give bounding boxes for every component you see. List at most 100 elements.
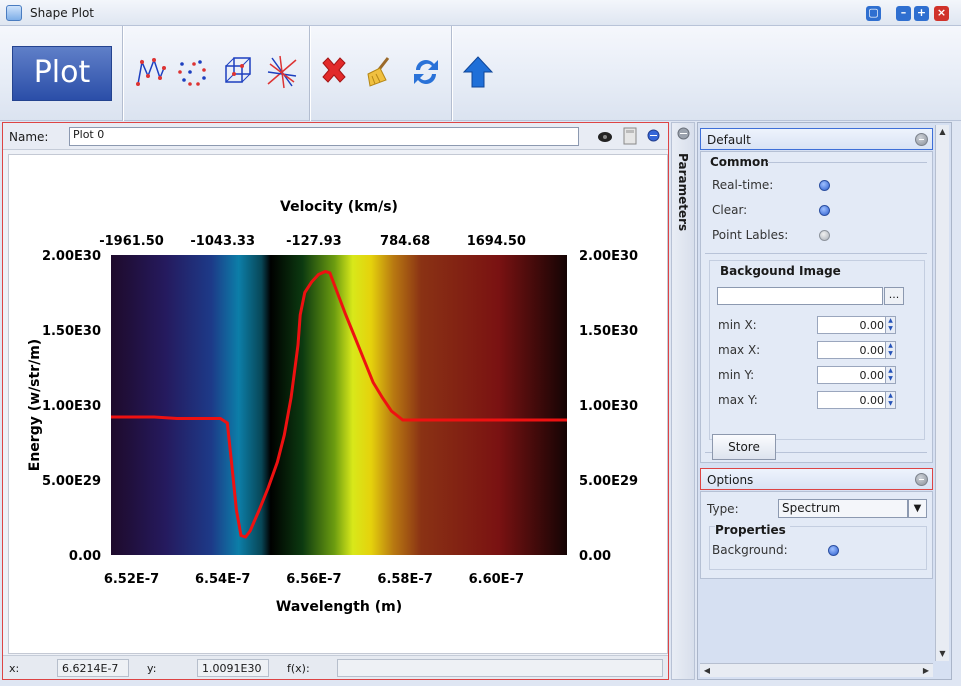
x-tick-label: 6.56E-7	[286, 572, 341, 587]
app-icon	[6, 5, 22, 21]
group-divider	[767, 162, 927, 163]
x-coord-value: 6.6214E-7	[57, 659, 129, 677]
scroll-up-icon[interactable]: ▲	[936, 125, 949, 139]
title-bar: Shape Plot ▢ – + ×	[0, 0, 961, 26]
background-toggle[interactable]	[828, 545, 839, 556]
min-y-input[interactable]: 0.00	[817, 366, 889, 384]
chevron-down-icon[interactable]: ▼	[908, 499, 927, 518]
window-title: Shape Plot	[30, 6, 95, 20]
y-right-tick-label: 0.00	[579, 549, 611, 564]
min-x-label: min X:	[718, 318, 757, 332]
plot-button[interactable]: Plot	[12, 46, 112, 101]
cube-plot-icon[interactable]	[222, 54, 254, 90]
clear-label: Clear:	[712, 203, 748, 217]
scatter-plot-icon[interactable]	[176, 54, 208, 90]
collapse-icon[interactable]	[915, 133, 928, 146]
maximize-button[interactable]: +	[914, 6, 929, 21]
x-tick-label: 6.60E-7	[469, 572, 524, 587]
toolbar-separator	[309, 26, 310, 121]
realtime-label: Real-time:	[712, 178, 774, 192]
y-right-tick-label: 1.00E30	[579, 399, 638, 414]
toolbar-separator	[122, 26, 123, 121]
options-section-title: Options	[707, 473, 754, 487]
top-tick-label: -1043.33	[190, 234, 255, 249]
status-bar: x: 6.6214E-7 y: 1.0091E30 f(x):	[3, 655, 668, 679]
plot-panel: Name: Plot 0 Velocity (km/s) Wavelength …	[2, 122, 669, 680]
browse-button[interactable]: ...	[884, 287, 904, 305]
properties-title: Properties	[715, 523, 790, 537]
type-label: Type:	[707, 502, 739, 516]
y-right-tick-label: 2.00E30	[579, 249, 638, 264]
top-tick-label: -1961.50	[99, 234, 164, 249]
up-arrow-icon[interactable]	[462, 54, 494, 90]
refresh-icon[interactable]	[410, 54, 442, 90]
type-select[interactable]: Spectrum	[778, 499, 908, 518]
background-image-path-input[interactable]	[717, 287, 883, 305]
max-y-label: max Y:	[718, 393, 758, 407]
scroll-right-icon[interactable]: ▶	[919, 664, 933, 677]
min-x-input[interactable]: 0.00	[817, 316, 889, 334]
y-right-tick-label: 1.50E30	[579, 324, 638, 339]
max-x-label: max X:	[718, 343, 761, 357]
group-divider	[705, 253, 927, 254]
fx-value	[337, 659, 663, 677]
toolbar-separator	[451, 26, 452, 121]
common-group-title: Common	[710, 155, 769, 169]
horizontal-scrollbar[interactable]: ◀ ▶	[700, 663, 933, 677]
point-labels-toggle[interactable]	[819, 230, 830, 241]
min-y-stepper[interactable]: ▲ ▼	[885, 366, 896, 384]
x-tick-label: 6.54E-7	[195, 572, 250, 587]
y-axis-title: Energy (w/str/m)	[27, 339, 43, 471]
parameters-tab[interactable]: Parameters	[671, 122, 695, 680]
name-label: Name:	[9, 130, 49, 144]
plot-canvas[interactable]: Velocity (km/s) Wavelength (m) Energy (w…	[8, 154, 668, 654]
collapse-toggle-icon[interactable]	[677, 127, 690, 140]
top-tick-label: -127.93	[286, 234, 342, 249]
y-right-tick-label: 5.00E29	[579, 474, 638, 489]
max-y-input[interactable]: 0.00	[817, 391, 889, 409]
options-section-header[interactable]: Options	[700, 468, 933, 490]
y-tick-label: 1.50E30	[42, 324, 101, 339]
lines-plot-icon[interactable]	[266, 54, 298, 90]
clear-toggle[interactable]	[819, 205, 830, 216]
name-bar: Name: Plot 0	[3, 123, 668, 150]
properties-group: Properties Background:	[709, 523, 927, 570]
plot-name-input[interactable]: Plot 0	[69, 127, 579, 146]
spectrum-chart: Velocity (km/s) Wavelength (m) Energy (w…	[27, 199, 638, 615]
delete-icon[interactable]	[318, 54, 350, 90]
properties-panel: Default Common Real-time: Clear: Point L…	[697, 122, 952, 680]
max-x-input[interactable]: 0.00	[817, 341, 889, 359]
options-section-body: Type: Spectrum ▼ Properties Background:	[700, 491, 933, 579]
x-tick-label: 6.58E-7	[377, 572, 432, 587]
camera-icon[interactable]	[597, 129, 613, 143]
default-section-body: Common Real-time: Clear: Point Lables: B…	[700, 151, 933, 463]
x-coord-label: x:	[9, 662, 20, 675]
realtime-toggle[interactable]	[819, 180, 830, 191]
default-section-header[interactable]: Default	[700, 128, 933, 150]
store-button[interactable]: Store	[712, 434, 776, 460]
toolbar: Plot	[0, 26, 961, 121]
collapse-icon[interactable]	[915, 473, 928, 486]
max-y-stepper[interactable]: ▲ ▼	[885, 391, 896, 409]
y-tick-label: 1.00E30	[42, 399, 101, 414]
scroll-down-icon[interactable]: ▼	[936, 647, 949, 661]
background-image-title: Backgound Image	[720, 264, 841, 278]
restore-icon[interactable]: ▢	[866, 6, 881, 21]
close-button[interactable]: ×	[934, 6, 949, 21]
max-x-stepper[interactable]: ▲ ▼	[885, 341, 896, 359]
top-axis-title: Velocity (km/s)	[280, 199, 398, 215]
x-axis-title: Wavelength (m)	[276, 599, 402, 615]
line-plot-icon[interactable]	[134, 54, 166, 90]
clear-broom-icon[interactable]	[362, 54, 394, 90]
y-tick-label: 2.00E30	[42, 249, 101, 264]
min-x-stepper[interactable]: ▲ ▼	[885, 316, 896, 334]
default-section-title: Default	[707, 133, 751, 147]
minimize-button[interactable]: –	[896, 6, 911, 21]
background-image-group: Backgound Image ... min X: 0.00 ▲ ▼ max X…	[709, 260, 925, 440]
scroll-left-icon[interactable]: ◀	[700, 664, 714, 677]
calculator-icon[interactable]	[623, 127, 637, 145]
y-coord-label: y:	[147, 662, 157, 675]
vertical-scrollbar[interactable]: ▲ ▼	[935, 125, 949, 661]
background-label: Background:	[712, 543, 788, 557]
collapse-toggle-icon[interactable]	[647, 129, 660, 142]
